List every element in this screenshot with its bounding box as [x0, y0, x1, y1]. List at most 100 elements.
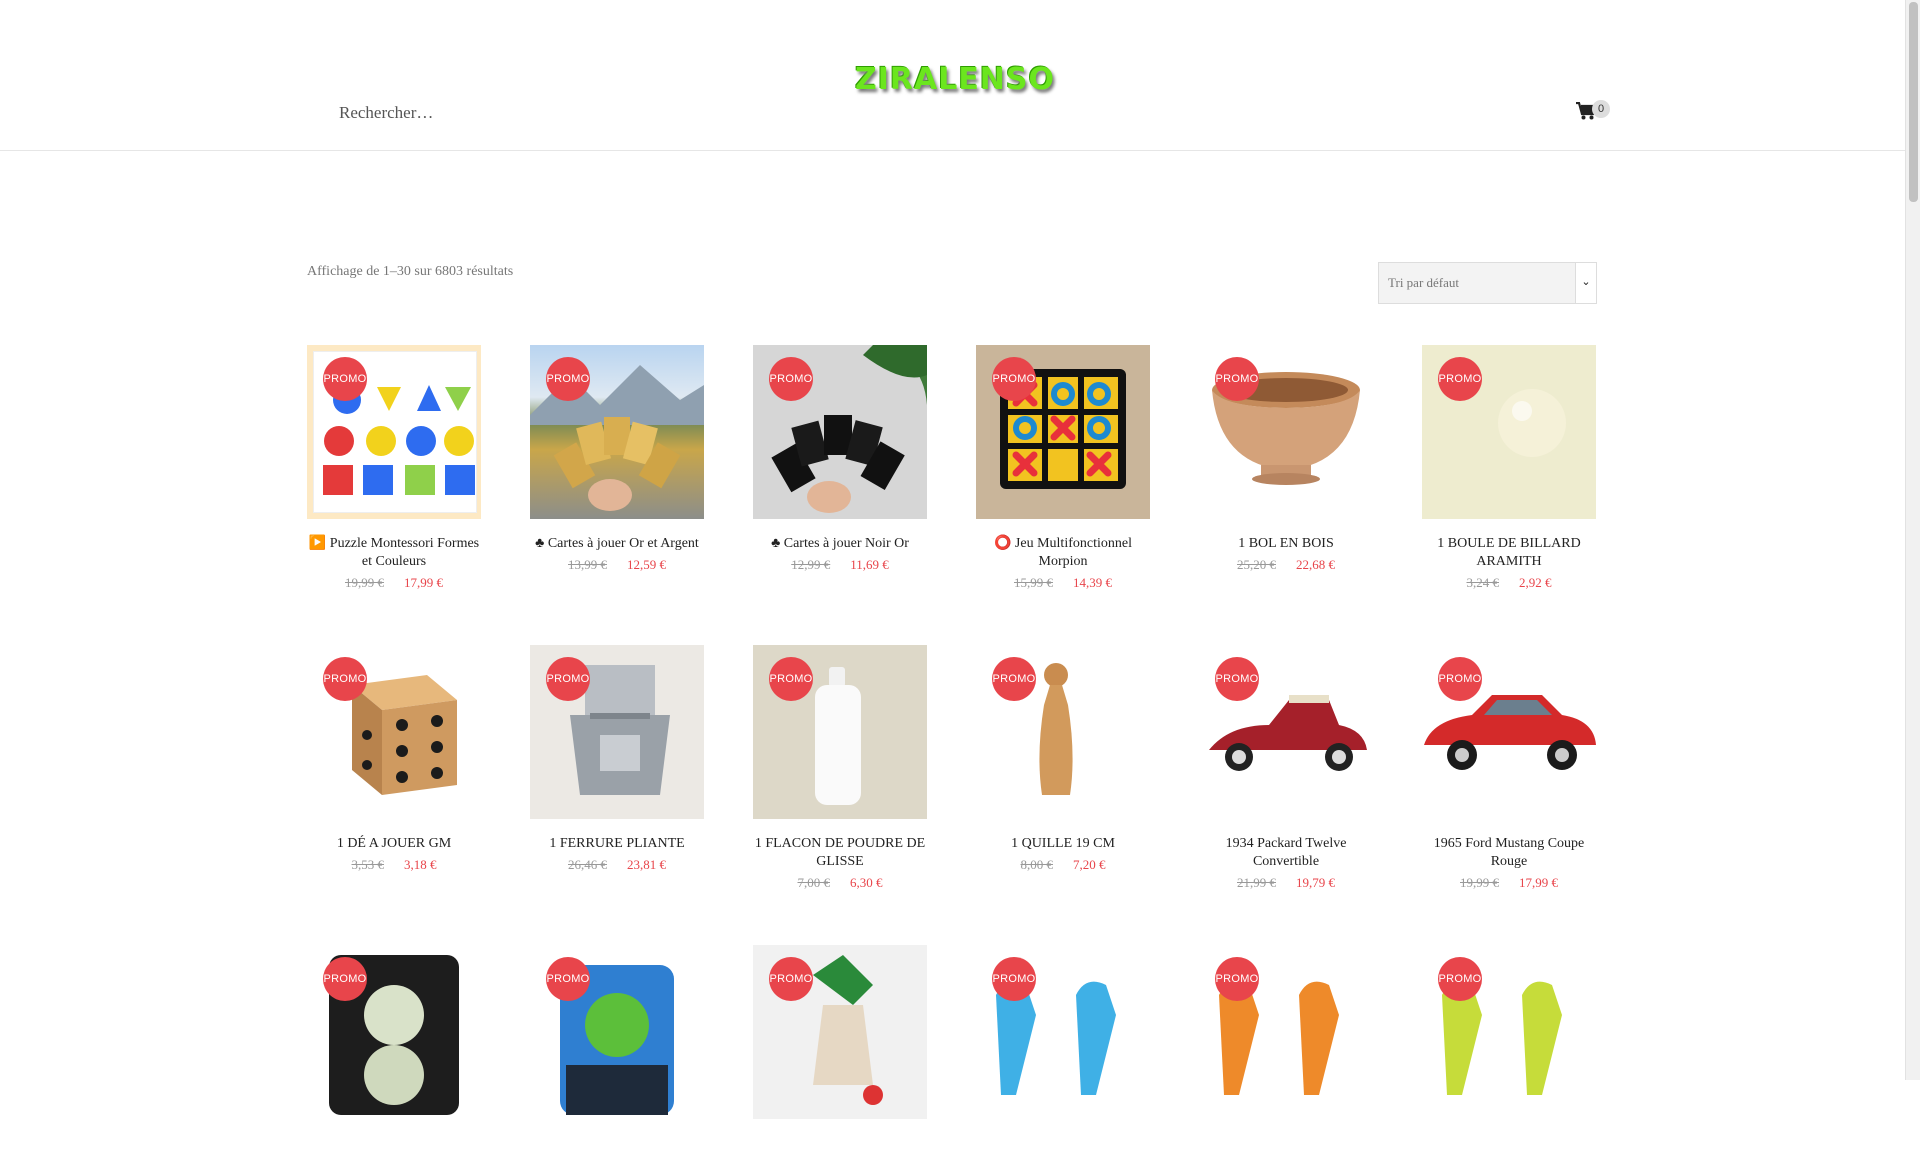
- regular-price: 3,53 €: [351, 857, 385, 872]
- product-grid: PROMO ▶️ Puzzle Montessori Formes et Cou…: [307, 345, 1597, 1151]
- product-title[interactable]: ♣ Cartes à jouer Noir Or: [753, 535, 927, 553]
- product-image[interactable]: PROMO: [1199, 945, 1373, 1119]
- product-card[interactable]: PROMO: [307, 945, 481, 1151]
- promo-badge: PROMO: [546, 357, 590, 401]
- page-scrollbar[interactable]: [1905, 0, 1920, 1080]
- sale-price: 6,30 €: [850, 875, 883, 890]
- product-card[interactable]: PROMO: [976, 945, 1150, 1151]
- site-logo[interactable]: ZIRALENSO: [840, 62, 1070, 107]
- product-image[interactable]: PROMO: [753, 645, 927, 819]
- product-card[interactable]: PROMO: [530, 945, 704, 1151]
- product-price: [530, 1135, 704, 1151]
- product-image[interactable]: PROMO: [976, 645, 1150, 819]
- product-price: [1199, 1135, 1373, 1151]
- regular-price: 13,99 €: [568, 557, 607, 572]
- regular-price: 21,99 €: [1237, 875, 1276, 890]
- site-header: ZIRALENSO 0: [0, 0, 1905, 151]
- sale-price: 7,20 €: [1073, 857, 1106, 872]
- product-image[interactable]: PROMO: [976, 945, 1150, 1119]
- product-title[interactable]: 1965 Ford Mustang Coupe Rouge: [1422, 835, 1596, 871]
- promo-badge: PROMO: [992, 357, 1036, 401]
- product-image[interactable]: PROMO: [530, 645, 704, 819]
- product-title[interactable]: 1934 Packard Twelve Convertible: [1199, 835, 1373, 871]
- product-card[interactable]: PROMO 1965 Ford Mustang Coupe Rouge 19,9…: [1422, 645, 1596, 891]
- product-title[interactable]: 1 FERRURE PLIANTE: [530, 835, 704, 853]
- product-card[interactable]: PROMO 1 DÉ A JOUER GM 3,53 € 3,18 €: [307, 645, 481, 891]
- product-price: 7,00 € 6,30 €: [753, 875, 927, 891]
- product-title[interactable]: 1 BOULE DE BILLARD ARAMITH: [1422, 535, 1596, 571]
- sale-price: 12,59 €: [627, 557, 666, 572]
- product-title[interactable]: 1 FLACON DE POUDRE DE GLISSE: [753, 835, 927, 871]
- sale-price: 17,99 €: [1519, 875, 1558, 890]
- cart-button[interactable]: 0: [1576, 100, 1616, 124]
- sale-price: 22,68 €: [1296, 557, 1335, 572]
- regular-price: 25,20 €: [1237, 557, 1276, 572]
- product-price: 12,99 € 11,69 €: [753, 557, 927, 573]
- product-card[interactable]: PROMO 1934 Packard Twelve Convertible 21…: [1199, 645, 1373, 891]
- product-price: 26,46 € 23,81 €: [530, 857, 704, 873]
- product-title[interactable]: 1 BOL EN BOIS: [1199, 535, 1373, 553]
- product-card[interactable]: PROMO 1 BOULE DE BILLARD ARAMITH 3,24 € 2…: [1422, 345, 1596, 591]
- product-image[interactable]: PROMO: [1199, 345, 1373, 519]
- product-card[interactable]: PROMO: [753, 945, 927, 1151]
- promo-badge: PROMO: [1438, 657, 1482, 701]
- sort-select[interactable]: Tri par défaut ⌄: [1378, 262, 1597, 304]
- promo-badge: PROMO: [992, 657, 1036, 701]
- product-image[interactable]: PROMO: [307, 945, 481, 1119]
- product-image[interactable]: PROMO: [530, 345, 704, 519]
- product-image[interactable]: PROMO: [1422, 945, 1596, 1119]
- product-card[interactable]: PROMO ⭕ Jeu Multifonctionnel Morpion 15,…: [976, 345, 1150, 591]
- product-card[interactable]: PROMO ▶️ Puzzle Montessori Formes et Cou…: [307, 345, 481, 591]
- product-card[interactable]: PROMO 1 QUILLE 19 CM 8,00 € 7,20 €: [976, 645, 1150, 891]
- sale-price: 2,92 €: [1519, 575, 1552, 590]
- product-card[interactable]: PROMO 1 FLACON DE POUDRE DE GLISSE 7,00 …: [753, 645, 927, 891]
- product-card[interactable]: PROMO: [1199, 945, 1373, 1151]
- promo-badge: PROMO: [769, 957, 813, 1001]
- regular-price: 19,99 €: [1460, 875, 1499, 890]
- product-price: [753, 1135, 927, 1151]
- product-card[interactable]: PROMO 1 FERRURE PLIANTE 26,46 € 23,81 €: [530, 645, 704, 891]
- scrollbar-thumb[interactable]: [1909, 2, 1918, 202]
- chevron-down-icon: ⌄: [1575, 263, 1596, 303]
- product-price: 15,99 € 14,39 €: [976, 575, 1150, 591]
- regular-price: 8,00 €: [1020, 857, 1054, 872]
- product-image[interactable]: PROMO: [976, 345, 1150, 519]
- product-title[interactable]: 1 QUILLE 19 CM: [976, 835, 1150, 853]
- product-image[interactable]: PROMO: [1199, 645, 1373, 819]
- promo-badge: PROMO: [323, 357, 367, 401]
- product-price: 3,24 € 2,92 €: [1422, 575, 1596, 591]
- product-image[interactable]: PROMO: [1422, 345, 1596, 519]
- product-title[interactable]: ▶️ Puzzle Montessori Formes et Couleurs: [307, 535, 481, 571]
- product-card[interactable]: PROMO ♣ Cartes à jouer Or et Argent 13,9…: [530, 345, 704, 591]
- product-card[interactable]: PROMO 1 BOL EN BOIS 25,20 € 22,68 €: [1199, 345, 1373, 591]
- cart-count-badge: 0: [1592, 100, 1610, 118]
- product-price: 13,99 € 12,59 €: [530, 557, 704, 573]
- promo-badge: PROMO: [1215, 357, 1259, 401]
- product-image[interactable]: PROMO: [307, 645, 481, 819]
- product-card[interactable]: PROMO ♣ Cartes à jouer Noir Or 12,99 € 11…: [753, 345, 927, 591]
- promo-badge: PROMO: [769, 357, 813, 401]
- regular-price: 12,99 €: [791, 557, 831, 572]
- promo-badge: PROMO: [546, 657, 590, 701]
- promo-badge: PROMO: [546, 957, 590, 1001]
- product-price: [1422, 1135, 1596, 1151]
- product-image[interactable]: PROMO: [753, 945, 927, 1119]
- product-image[interactable]: PROMO: [753, 345, 927, 519]
- sale-price: 23,81 €: [627, 857, 666, 872]
- search-input[interactable]: [337, 98, 641, 128]
- product-image[interactable]: PROMO: [530, 945, 704, 1119]
- product-card[interactable]: PROMO: [1422, 945, 1596, 1151]
- product-title[interactable]: ♣ Cartes à jouer Or et Argent: [530, 535, 704, 553]
- product-image[interactable]: PROMO: [1422, 645, 1596, 819]
- regular-price: 26,46 €: [568, 857, 607, 872]
- promo-badge: PROMO: [769, 657, 813, 701]
- product-price: [307, 1135, 481, 1151]
- sort-select-value: Tri par défaut: [1388, 275, 1460, 290]
- sale-price: 19,79 €: [1296, 875, 1335, 890]
- product-title[interactable]: 1 DÉ A JOUER GM: [307, 835, 481, 853]
- product-title[interactable]: ⭕ Jeu Multifonctionnel Morpion: [976, 535, 1150, 571]
- promo-badge: PROMO: [323, 957, 367, 1001]
- product-price: 3,53 € 3,18 €: [307, 857, 481, 873]
- product-price: 25,20 € 22,68 €: [1199, 557, 1373, 573]
- product-image[interactable]: PROMO: [307, 345, 481, 519]
